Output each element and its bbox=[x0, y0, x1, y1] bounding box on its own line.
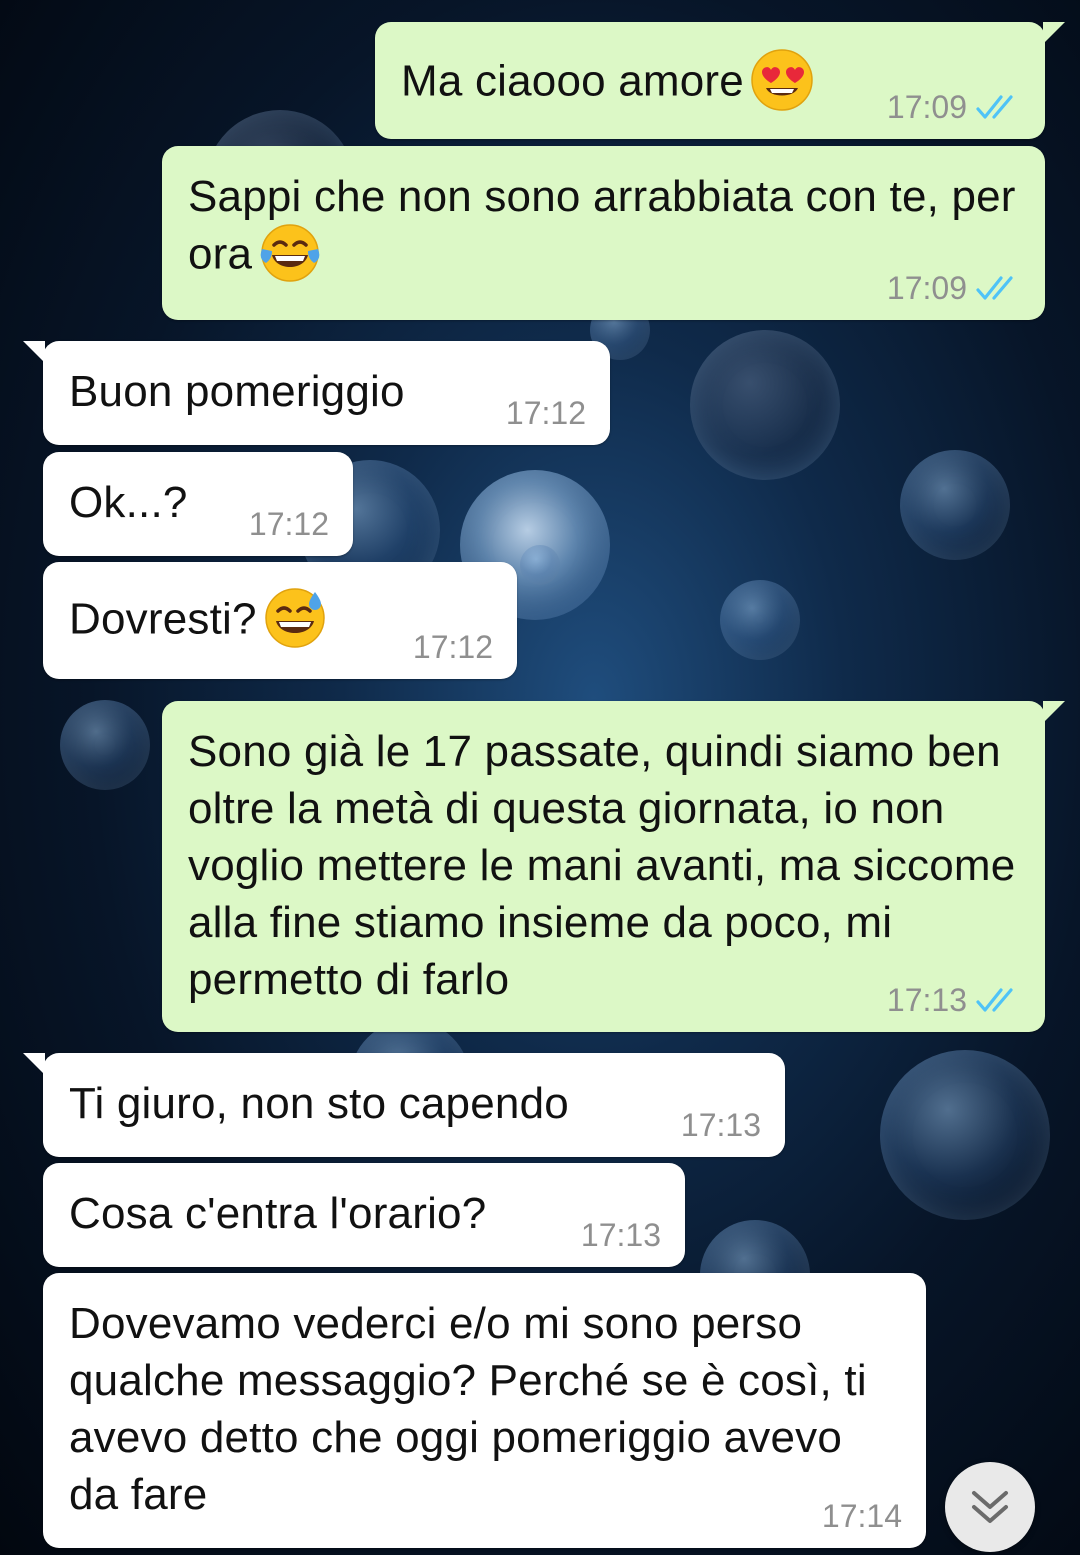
double-check-icon bbox=[976, 276, 1013, 300]
message-bubble-incoming[interactable]: Ok...? 17:12 bbox=[43, 452, 353, 556]
scroll-to-bottom-button[interactable] bbox=[945, 1462, 1035, 1552]
message-meta: 17:14 bbox=[822, 1498, 902, 1534]
message-text: Cosa c'entra l'orario? bbox=[69, 1189, 487, 1238]
message-time: 17:09 bbox=[886, 270, 967, 306]
message-bubble-outgoing[interactable]: Sappi che non sono arrabbiata con te, pe… bbox=[162, 146, 1045, 320]
message-text: Dovevamo vederci e/o mi sono perso qualc… bbox=[69, 1299, 867, 1519]
message-time: 17:13 bbox=[580, 1217, 661, 1253]
message-time: 17:12 bbox=[248, 506, 329, 542]
message-time: 17:09 bbox=[886, 89, 967, 125]
message-meta: 17:12 bbox=[506, 395, 586, 431]
message-text: Sono già le 17 passate, quindi siamo ben… bbox=[188, 727, 1016, 1004]
message-meta: 17:13 bbox=[581, 1217, 661, 1253]
heart-eyes-emoji bbox=[751, 49, 813, 111]
message-time: 17:12 bbox=[412, 629, 493, 665]
message-meta: 17:12 bbox=[413, 629, 493, 665]
message-meta: 17:13 bbox=[887, 982, 1021, 1018]
message-meta: 17:13 bbox=[681, 1107, 761, 1143]
message-bubble-incoming[interactable]: Ti giuro, non sto capendo 17:13 bbox=[23, 1053, 785, 1157]
message-bubble-incoming[interactable]: Cosa c'entra l'orario? 17:13 bbox=[43, 1163, 685, 1267]
grinning-sweat-emoji bbox=[264, 588, 325, 648]
message-time: 17:14 bbox=[821, 1498, 902, 1534]
double-chevron-down-icon bbox=[972, 1491, 1008, 1523]
message-time: 17:13 bbox=[886, 982, 967, 1018]
message-text: Ti giuro, non sto capendo bbox=[69, 1079, 569, 1128]
message-bubble-incoming[interactable]: Dovresti? 17:12 bbox=[43, 562, 517, 679]
message-time: 17:12 bbox=[505, 395, 586, 431]
message-bubble-incoming[interactable]: Buon pomeriggio 17:12 bbox=[23, 341, 610, 445]
message-meta: 17:09 bbox=[887, 89, 1021, 125]
message-meta: 17:09 bbox=[887, 270, 1021, 306]
message-bubble-outgoing[interactable]: Sono già le 17 passate, quindi siamo ben… bbox=[162, 701, 1065, 1032]
message-meta: 17:12 bbox=[249, 506, 329, 542]
message-bubble-outgoing[interactable]: Ma ciaooo amore 17:09 bbox=[375, 22, 1065, 139]
double-check-icon bbox=[976, 95, 1013, 119]
message-time: 17:13 bbox=[680, 1107, 761, 1143]
tears-of-joy-emoji bbox=[260, 224, 320, 282]
message-bubble-incoming[interactable]: Dovevamo vederci e/o mi sono perso qualc… bbox=[43, 1273, 926, 1548]
double-check-icon bbox=[976, 988, 1013, 1012]
